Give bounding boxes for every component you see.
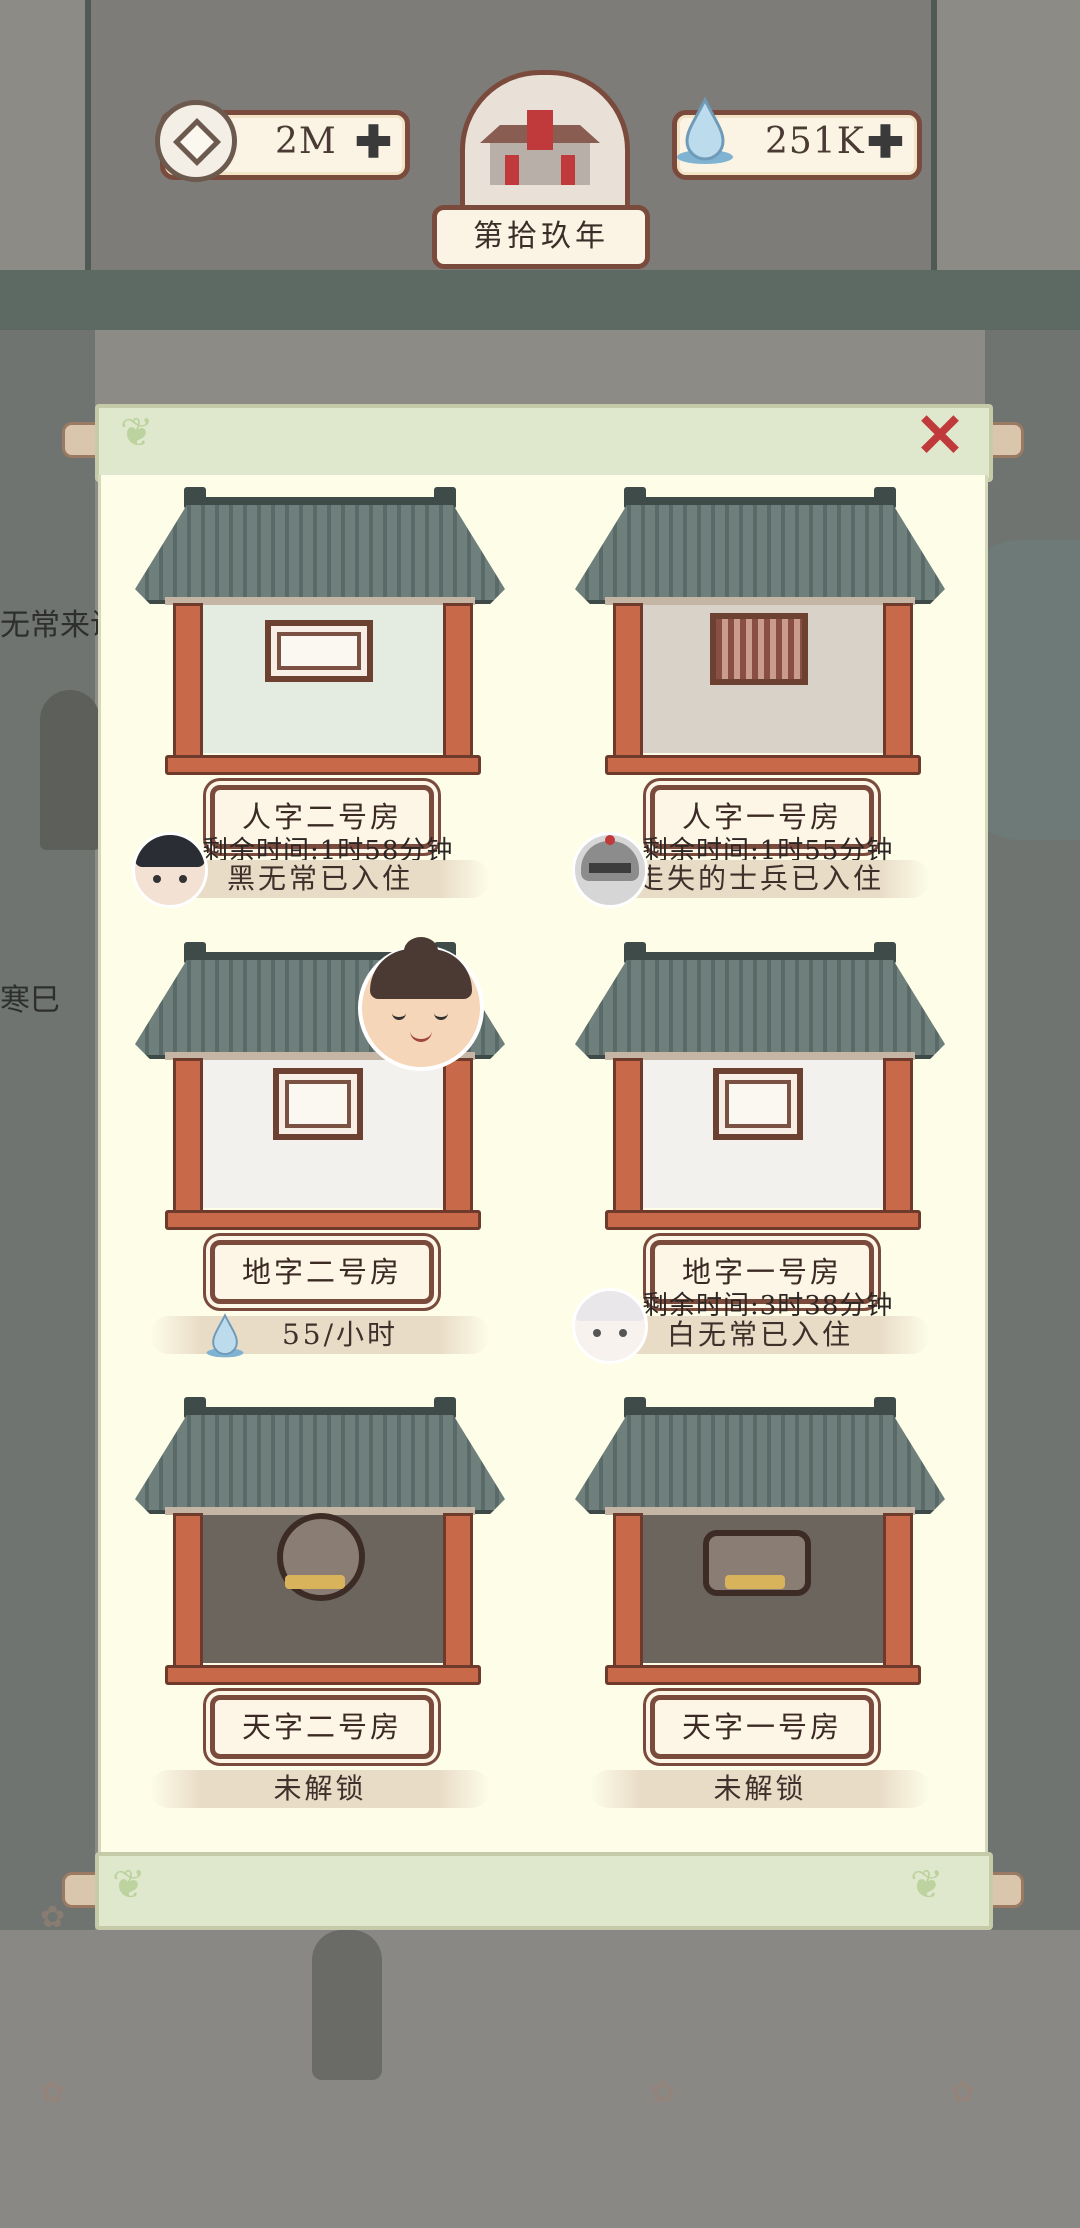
lock-base [285,1575,345,1589]
eave [605,597,915,605]
white-impermanence-avatar[interactable] [572,1288,648,1364]
eave [605,1507,915,1515]
ginkgo-leaf-icon: ❦ [112,1862,146,1908]
room-base [165,1665,481,1685]
roof [575,960,945,1059]
eave [165,597,475,605]
pillar [173,603,203,765]
pillar [883,603,913,765]
floor-flower-icon: ✿ [650,2075,676,2110]
room-name-sign: 天字一号房 [650,1695,874,1759]
essence-drop-icon [677,96,733,164]
room-base [605,755,921,775]
scroll-top-band [95,404,993,482]
grid-window [710,613,808,685]
pillar [443,1513,473,1675]
lock-base [725,1575,785,1589]
background-sign-text: 寒巳 [0,983,60,1018]
room-base [605,1210,921,1230]
pillar [173,1513,203,1675]
pillar [443,1058,473,1220]
add-essence-icon[interactable]: ✚ [867,117,904,168]
coin-icon [155,100,237,182]
soldier-helmet-avatar[interactable] [572,832,648,908]
year-label: 第拾玖年 [432,205,650,269]
ginkgo-leaf-icon: ❦ [910,1862,944,1908]
floor-flower-icon: ✿ [40,2075,66,2110]
background-beam [0,270,1080,330]
year-emblem [460,70,630,220]
room-name-sign: 地字二号房 [210,1240,434,1304]
lattice-window [265,620,373,682]
collect-character-badge[interactable] [358,937,484,1071]
room-base [165,755,481,775]
lattice-window [713,1068,803,1140]
income-rate-bar: 55/小时 [150,1316,490,1354]
roof [135,505,505,604]
pillar [443,603,473,765]
locked-status: 未解锁 [590,1770,930,1808]
pillar [613,1058,643,1220]
essence-value: 251K [765,121,865,162]
roof [575,505,945,604]
ginkgo-leaf-icon: ❦ [120,410,154,456]
pillar [883,1513,913,1675]
background-character [40,690,100,850]
room-base [165,1210,481,1230]
roof [575,1415,945,1514]
floor-flower-icon: ✿ [950,2075,976,2110]
room-base [605,1665,921,1685]
eave [605,1052,915,1060]
locked-status: 未解锁 [150,1770,490,1808]
pillar [883,1058,913,1220]
scroll-bottom-band [95,1852,993,1930]
pillar [173,1058,203,1220]
lattice-window [273,1068,363,1140]
pillar [613,603,643,765]
black-impermanence-avatar[interactable] [132,832,208,908]
room-name-sign: 天字二号房 [210,1695,434,1759]
background-left-wall [0,330,95,1980]
background-soldier [312,1930,382,2080]
coin-value: 2M [275,121,337,162]
close-button[interactable]: ✕ [912,406,968,466]
add-coins-icon[interactable]: ✚ [355,117,392,168]
floor-flower-icon: ✿ [40,1900,66,1935]
roof [135,1415,505,1514]
pillar [613,1513,643,1675]
income-rate: 55/小时 [281,1318,399,1351]
background-floor [0,1930,1080,2228]
essence-drop-icon [206,1313,244,1358]
